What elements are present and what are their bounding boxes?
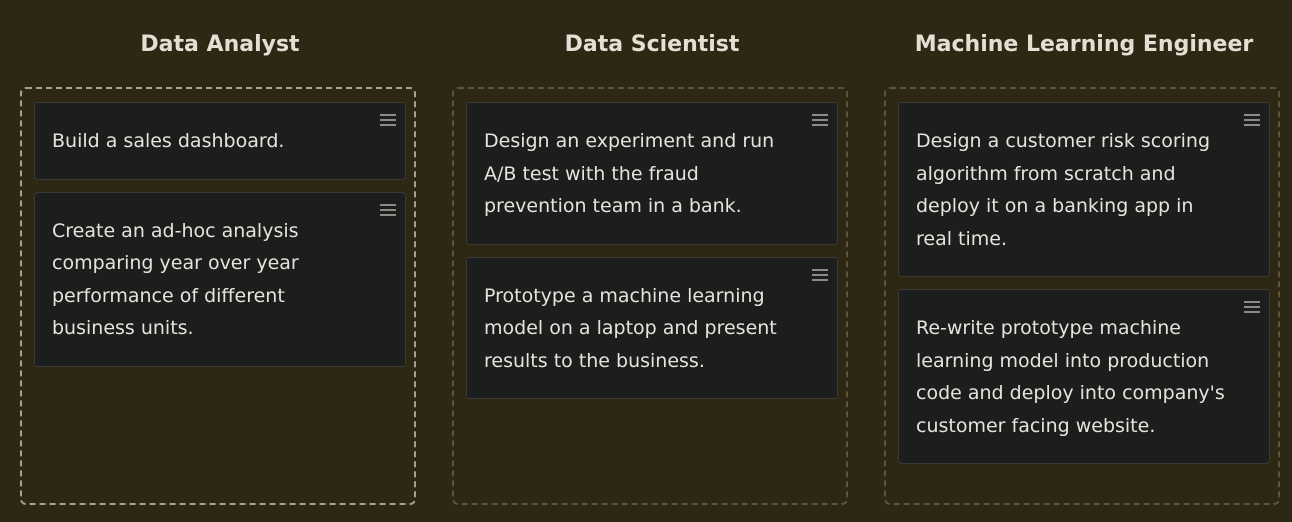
card-text: Create an ad-hoc analysis comparing year… (52, 219, 299, 340)
dropzone-data-scientist[interactable]: Design an experiment and run A/B test wi… (452, 87, 848, 505)
drag-handle-icon[interactable] (380, 114, 396, 126)
card-text: Build a sales dashboard. (52, 130, 285, 152)
draggable-card[interactable]: Prototype a machine learning model on a … (466, 256, 838, 399)
card-text: Prototype a machine learning model on a … (484, 284, 777, 372)
column-title: Machine Learning Engineer (914, 32, 1254, 57)
drag-handle-icon[interactable] (1244, 301, 1260, 313)
card-list: Build a sales dashboard. Create an ad-ho… (34, 102, 406, 379)
card-text: Design a customer risk scoring algorithm… (916, 130, 1211, 250)
dropzone-data-analyst[interactable]: Build a sales dashboard. Create an ad-ho… (20, 87, 416, 505)
column-title: Data Analyst (140, 32, 300, 57)
column-title: Data Scientist (564, 32, 740, 57)
draggable-card[interactable]: Design a customer risk scoring algorithm… (898, 102, 1270, 277)
draggable-card[interactable]: Re-write prototype machine learning mode… (898, 289, 1270, 464)
drag-handle-icon[interactable] (812, 114, 828, 126)
dropzone-machine-learning-engineer[interactable]: Design a customer risk scoring algorithm… (884, 87, 1280, 505)
card-text: Design an experiment and run A/B test wi… (484, 130, 775, 217)
draggable-card[interactable]: Build a sales dashboard. (34, 102, 406, 180)
drag-handle-icon[interactable] (1244, 114, 1260, 126)
drag-handle-icon[interactable] (380, 203, 396, 216)
card-list: Design a customer risk scoring algorithm… (898, 102, 1270, 476)
draggable-card[interactable]: Design an experiment and run A/B test wi… (466, 102, 838, 245)
drag-and-drop-board: Data Analyst Build a sales dashboard. Cr… (0, 0, 1292, 522)
card-list: Design an experiment and run A/B test wi… (466, 102, 838, 411)
draggable-card[interactable]: Create an ad-hoc analysis comparing year… (34, 191, 406, 367)
drag-handle-icon[interactable] (812, 268, 828, 281)
card-text: Re-write prototype machine learning mode… (916, 317, 1225, 437)
